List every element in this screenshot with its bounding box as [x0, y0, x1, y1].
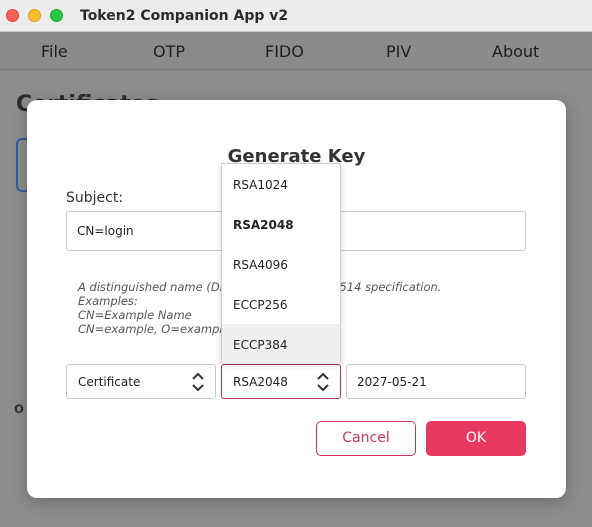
menu-fido[interactable]: FIDO — [265, 42, 304, 61]
menu-bar: File OTP FIDO PIV About — [0, 32, 592, 70]
type-select[interactable]: Certificate — [66, 364, 216, 399]
algorithm-select[interactable]: RSA2048 — [221, 364, 341, 399]
algorithm-select-value: RSA2048 — [233, 375, 288, 389]
up-down-chevron-icon — [192, 372, 204, 392]
algorithm-option[interactable]: ECCP256 — [222, 284, 340, 324]
algorithm-dropdown-list: RSA1024 RSA2048 RSA4096 ECCP256 ECCP384 — [221, 163, 341, 364]
algorithm-option-selected[interactable]: RSA2048 — [222, 204, 340, 244]
algorithm-option[interactable]: RSA1024 — [222, 164, 340, 204]
up-down-chevron-icon — [317, 372, 329, 392]
zoom-window-button[interactable] — [50, 9, 63, 22]
subject-label: Subject: — [66, 190, 124, 206]
expiry-date-input[interactable]: 2027-05-21 — [346, 364, 526, 399]
cancel-button[interactable]: Cancel — [316, 421, 416, 456]
type-select-value: Certificate — [78, 375, 141, 389]
background-label: o — [14, 400, 24, 417]
minimize-window-button[interactable] — [28, 9, 41, 22]
window-title: Token2 Companion App v2 — [80, 8, 289, 24]
close-window-button[interactable] — [6, 9, 19, 22]
ok-button[interactable]: OK — [426, 421, 526, 456]
title-bar: Token2 Companion App v2 — [0, 0, 592, 32]
algorithm-option[interactable]: RSA4096 — [222, 244, 340, 284]
menu-otp[interactable]: OTP — [153, 42, 185, 61]
menu-about[interactable]: About — [492, 42, 539, 61]
algorithm-option-hovered[interactable]: ECCP384 — [222, 324, 340, 364]
menu-piv[interactable]: PIV — [386, 42, 411, 61]
menu-file[interactable]: File — [41, 42, 68, 61]
